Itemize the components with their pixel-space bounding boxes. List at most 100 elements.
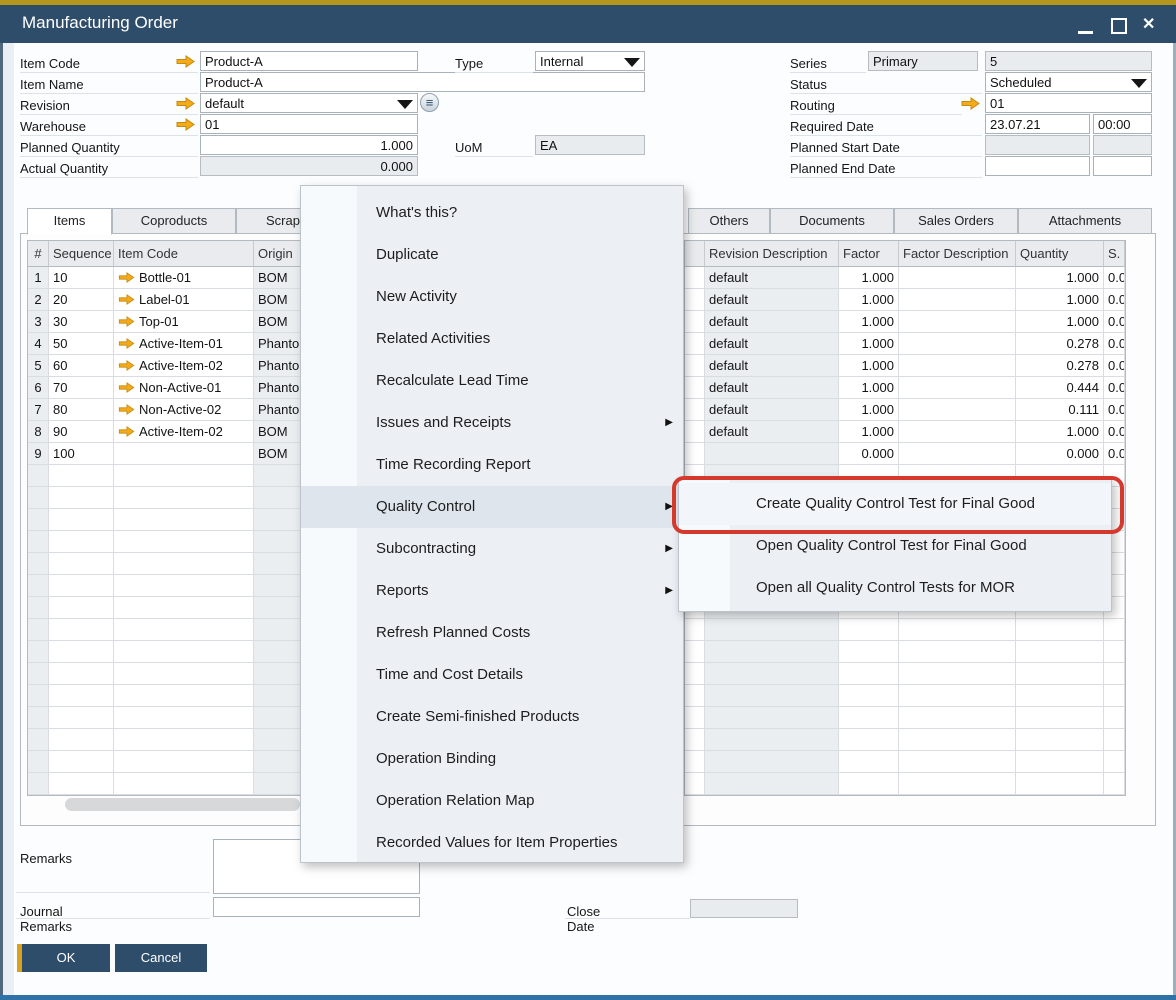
link-arrow-icon[interactable] <box>118 358 139 373</box>
cancel-button[interactable]: Cancel <box>115 944 207 972</box>
origin-cell[interactable] <box>254 751 301 773</box>
origin-cell[interactable]: BOM <box>254 289 301 311</box>
item-name-field[interactable]: Product-A <box>200 72 645 92</box>
factor-description-cell[interactable] <box>899 289 1016 311</box>
table-row[interactable]: default1.0001.0000.000 <box>685 267 1125 289</box>
sequence-cell[interactable] <box>49 751 114 773</box>
factor-description-cell[interactable] <box>899 729 1016 751</box>
link-arrow-icon[interactable] <box>118 270 139 285</box>
item-code-cell[interactable] <box>114 663 254 685</box>
table-row[interactable]: 450Active-Item-01Phantom <box>28 333 301 355</box>
origin-cell[interactable] <box>254 663 301 685</box>
table-row[interactable]: 110Bottle-01BOM <box>28 267 301 289</box>
table-row[interactable]: 0.0000.0000.000 <box>685 443 1125 465</box>
origin-cell[interactable] <box>254 509 301 531</box>
factor-description-cell[interactable] <box>899 355 1016 377</box>
revision-description-cell[interactable]: default <box>705 421 839 443</box>
row-number-cell[interactable]: 8 <box>28 421 49 443</box>
table-row[interactable]: 560Active-Item-02Phantom <box>28 355 301 377</box>
origin-cell[interactable] <box>254 465 301 487</box>
s-cell[interactable] <box>1104 663 1125 685</box>
item-code-cell[interactable]: Non-Active-01 <box>114 377 254 399</box>
item-code-cell[interactable] <box>114 641 254 663</box>
quantity-cell[interactable] <box>1016 663 1104 685</box>
submenu-item-open-all-quality-control-tests-for-mor[interactable]: Open all Quality Control Tests for MOR <box>679 567 1111 609</box>
row-number-cell[interactable] <box>28 531 49 553</box>
menu-item-subcontracting[interactable]: Subcontracting▶ <box>301 528 683 570</box>
menu-item-time-recording-report[interactable]: Time Recording Report <box>301 444 683 486</box>
item-code-cell[interactable] <box>114 751 254 773</box>
table-row[interactable] <box>28 729 301 751</box>
revision-description-cell[interactable]: default <box>705 355 839 377</box>
table-row[interactable]: 670Non-Active-01Phantom <box>28 377 301 399</box>
factor-description-cell[interactable] <box>899 333 1016 355</box>
revision-description-cell[interactable] <box>705 773 839 795</box>
dropdown-arrow-icon[interactable] <box>397 100 413 109</box>
sequence-cell[interactable] <box>49 465 114 487</box>
revision-description-cell[interactable] <box>705 443 839 465</box>
tab-documents[interactable]: Documents <box>770 208 894 234</box>
row-number-cell[interactable]: 5 <box>28 355 49 377</box>
s-cell[interactable]: 0.000 <box>1104 333 1125 355</box>
origin-cell[interactable] <box>254 641 301 663</box>
origin-cell[interactable] <box>254 575 301 597</box>
item-code-cell[interactable] <box>114 487 254 509</box>
item-code-cell[interactable]: Active-Item-02 <box>114 421 254 443</box>
quantity-cell[interactable]: 0.278 <box>1016 355 1104 377</box>
table-row[interactable]: 220Label-01BOM <box>28 289 301 311</box>
sequence-cell[interactable]: 60 <box>49 355 114 377</box>
table-row[interactable] <box>28 509 301 531</box>
planned-end-time-field[interactable] <box>1093 156 1152 176</box>
s-cell[interactable] <box>1104 641 1125 663</box>
item-code-cell[interactable]: Active-Item-02 <box>114 355 254 377</box>
item-code-cell[interactable] <box>114 685 254 707</box>
table-row[interactable] <box>28 773 301 795</box>
planned-quantity-field[interactable]: 1.000 <box>200 135 418 155</box>
table-row[interactable] <box>28 751 301 773</box>
menu-item-operation-relation-map[interactable]: Operation Relation Map <box>301 780 683 822</box>
sequence-cell[interactable]: 100 <box>49 443 114 465</box>
sequence-cell[interactable] <box>49 619 114 641</box>
link-arrow-icon[interactable] <box>118 292 139 307</box>
blank-cell[interactable] <box>685 641 705 663</box>
dropdown-arrow-icon[interactable] <box>1131 79 1147 88</box>
horizontal-scrollbar[interactable] <box>65 798 300 811</box>
sequence-cell[interactable] <box>49 685 114 707</box>
item-code-cell[interactable] <box>114 465 254 487</box>
s-cell[interactable] <box>1104 707 1125 729</box>
origin-cell[interactable]: BOM <box>254 311 301 333</box>
sequence-cell[interactable] <box>49 773 114 795</box>
quantity-cell[interactable] <box>1016 751 1104 773</box>
factor-cell[interactable]: 1.000 <box>839 311 899 333</box>
factor-description-cell[interactable] <box>899 751 1016 773</box>
warehouse-field[interactable]: 01 <box>200 114 418 134</box>
sequence-cell[interactable]: 50 <box>49 333 114 355</box>
quantity-cell[interactable] <box>1016 619 1104 641</box>
row-number-cell[interactable]: 4 <box>28 333 49 355</box>
link-arrow-icon[interactable] <box>176 55 195 73</box>
revision-description-cell[interactable]: default <box>705 289 839 311</box>
blank-cell[interactable] <box>685 421 705 443</box>
blank-cell[interactable] <box>685 443 705 465</box>
item-code-cell[interactable] <box>114 443 254 465</box>
menu-item-new-activity[interactable]: New Activity <box>301 276 683 318</box>
revision-description-cell[interactable]: default <box>705 333 839 355</box>
row-number-cell[interactable] <box>28 707 49 729</box>
quantity-cell[interactable]: 1.000 <box>1016 311 1104 333</box>
table-row[interactable] <box>28 619 301 641</box>
origin-cell[interactable]: Phantom <box>254 399 301 421</box>
row-number-cell[interactable] <box>28 619 49 641</box>
factor-cell[interactable]: 1.000 <box>839 267 899 289</box>
quantity-cell[interactable]: 1.000 <box>1016 267 1104 289</box>
sequence-cell[interactable]: 90 <box>49 421 114 443</box>
sequence-cell[interactable] <box>49 487 114 509</box>
sequence-cell[interactable] <box>49 707 114 729</box>
quantity-cell[interactable] <box>1016 685 1104 707</box>
row-number-cell[interactable] <box>28 597 49 619</box>
revision-description-cell[interactable] <box>705 619 839 641</box>
link-arrow-icon[interactable] <box>176 118 195 136</box>
menu-item-create-semi-finished-products[interactable]: Create Semi-finished Products <box>301 696 683 738</box>
blank-cell[interactable] <box>685 707 705 729</box>
revision-description-cell[interactable]: default <box>705 377 839 399</box>
sequence-cell[interactable] <box>49 575 114 597</box>
